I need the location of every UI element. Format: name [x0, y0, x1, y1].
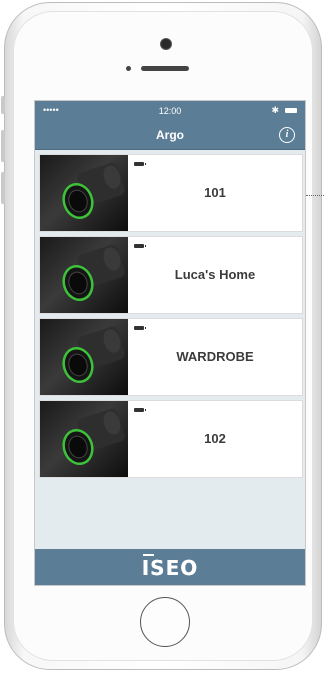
lock-name: 102: [204, 431, 226, 446]
proximity-sensor: [126, 66, 131, 71]
list-item[interactable]: WARDROBE: [39, 318, 303, 396]
cylinder-lock-icon: [62, 408, 125, 465]
battery-icon: [134, 326, 146, 330]
app-footer: ISEO: [35, 549, 305, 585]
bluetooth-icon: ✱: [271, 105, 279, 115]
cylinder-lock-icon: [62, 162, 125, 219]
status-time: 12:00: [158, 106, 182, 116]
front-camera: [160, 38, 172, 50]
nav-bar: Argo i: [35, 123, 305, 150]
lock-info: Luca's Home: [128, 237, 302, 313]
status-bar: ••••• 12:00 ✱: [35, 101, 305, 123]
lock-thumbnail: [40, 401, 128, 477]
lock-thumbnail: [40, 319, 128, 395]
lock-name: WARDROBE: [176, 349, 254, 364]
volume-up-button: [1, 130, 5, 162]
status-battery-icon: [285, 108, 297, 113]
lock-info: 101: [128, 155, 302, 231]
info-icon[interactable]: i: [279, 127, 295, 143]
earpiece-speaker: [141, 66, 189, 71]
list-item[interactable]: 102: [39, 400, 303, 478]
mute-switch: [1, 96, 5, 114]
callout-line: [306, 195, 324, 196]
battery-icon: [134, 162, 146, 166]
lock-list: 101 Luca's Home WARDROBE 102: [35, 150, 305, 478]
lock-info: WARDROBE: [128, 319, 302, 395]
lock-name: 101: [204, 185, 226, 200]
battery-icon: [134, 408, 146, 412]
app-screen: ••••• 12:00 ✱ Argo i 101 Luca's Home WAR…: [34, 100, 306, 586]
cylinder-lock-icon: [62, 244, 125, 301]
page-title: Argo: [156, 128, 184, 142]
lock-thumbnail: [40, 237, 128, 313]
iseo-logo: ISEO: [141, 554, 199, 580]
list-item[interactable]: 101: [39, 154, 303, 232]
battery-icon: [134, 244, 146, 248]
volume-down-button: [1, 172, 5, 204]
lock-thumbnail: [40, 155, 128, 231]
home-button[interactable]: [140, 597, 190, 647]
lock-name: Luca's Home: [174, 267, 256, 282]
lock-info: 102: [128, 401, 302, 477]
cylinder-lock-icon: [62, 326, 125, 383]
list-item[interactable]: Luca's Home: [39, 236, 303, 314]
